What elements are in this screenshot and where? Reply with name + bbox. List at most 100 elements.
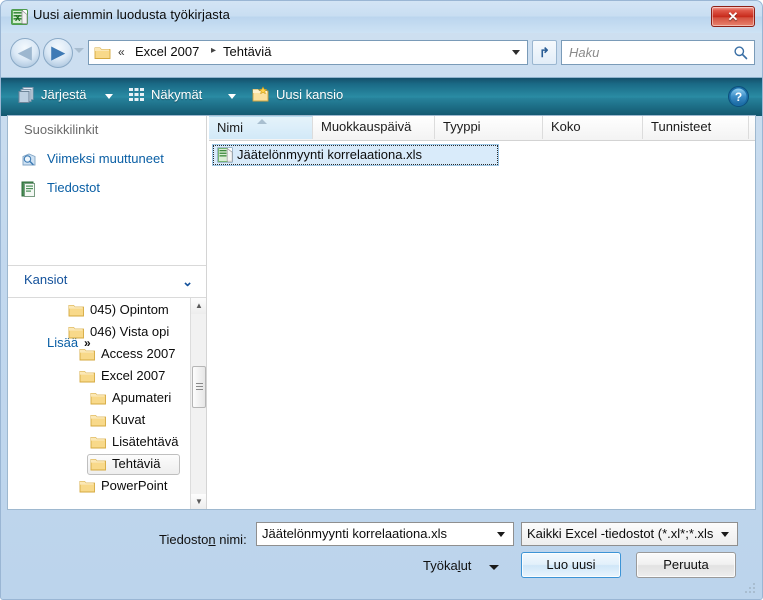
window-title: Uusi aiemmin luodusta työkirjasta	[33, 7, 230, 22]
column-header-tyyppi[interactable]: Tyyppi	[435, 116, 543, 139]
tools-caret-icon[interactable]	[489, 565, 499, 570]
file-dialog-window: X Uusi aiemmin luodusta työkirjasta ✕ ◀ …	[0, 0, 763, 600]
column-header-tunnisteet[interactable]: Tunnisteet	[643, 116, 749, 139]
sidebar-item-label: Viimeksi muuttuneet	[47, 151, 164, 166]
recent-search-icon	[20, 151, 38, 169]
folder-icon	[68, 325, 85, 340]
command-toolbar: Järjestä Näkymät Uusi kansio ?	[0, 77, 763, 116]
file-name-label: Jäätelönmyynti korrelaationa.xls	[237, 147, 422, 162]
folders-heading: Kansiot	[24, 272, 68, 287]
sidebar-item-label: Tiedostot	[47, 180, 100, 195]
organize-button[interactable]: Järjestä	[41, 87, 87, 102]
column-header-label: Muokkauspäivä	[321, 119, 412, 134]
views-grid-icon	[128, 86, 146, 104]
tree-item-label: PowerPoint	[101, 478, 168, 493]
search-input[interactable]: Haku	[561, 40, 755, 65]
folder-icon	[90, 413, 107, 428]
new-folder-icon	[252, 86, 270, 104]
folders-section-header[interactable]: Kansiot ⌄	[8, 266, 206, 296]
close-button[interactable]: ✕	[711, 6, 755, 27]
filename-label: Tiedoston nimi:	[159, 532, 247, 547]
column-header-nimi[interactable]: Nimi	[209, 116, 313, 139]
favorites-heading: Suosikkilinkit	[24, 122, 99, 137]
chevron-down-icon: ⌄	[182, 274, 193, 289]
filename-label-text-post: nimi:	[215, 532, 247, 547]
documents-icon	[20, 180, 38, 198]
views-caret-icon[interactable]	[228, 94, 236, 99]
views-button[interactable]: Näkymät	[151, 87, 202, 102]
folder-tree-scrollbar[interactable]: ▲ ▼	[190, 298, 206, 509]
breadcrumb-item-tehtavia[interactable]: Tehtäviä	[223, 44, 271, 59]
svg-text:?: ?	[735, 90, 742, 104]
tree-item-label: 046) Vista opi	[90, 324, 170, 339]
create-new-button[interactable]: Luo uusi	[521, 552, 621, 578]
organize-icon	[18, 86, 36, 104]
tree-item-label: Tehtäviä	[112, 456, 161, 471]
scroll-up-icon[interactable]: ▲	[191, 298, 206, 314]
breadcrumb-separator-icon: ▸	[211, 45, 217, 56]
tree-item-label: Excel 2007	[101, 368, 166, 383]
cancel-button[interactable]: Peruuta	[636, 552, 736, 578]
scrollbar-thumb[interactable]	[192, 366, 206, 408]
tree-item-selected[interactable]: Tehtäviä	[87, 454, 180, 476]
organize-caret-icon[interactable]	[105, 94, 113, 99]
file-type-filter-value: Kaikki Excel -tiedostot (*.xl*;*.xls	[527, 526, 714, 541]
breadcrumb-overflow-icon[interactable]: «	[118, 45, 125, 59]
chevron-down-icon[interactable]	[497, 532, 505, 537]
column-header-row: Nimi Muokkauspäivä Tyyppi Koko Tunnistee…	[209, 116, 755, 141]
tree-item-label: Lisätehtävä	[112, 434, 179, 449]
navigation-sidebar: Suosikkilinkit Viimeksi muuttuneet Tiedo…	[8, 116, 206, 509]
scrollbar-grip-icon	[196, 383, 203, 390]
column-header-muokkauspaiva[interactable]: Muokkauspäivä	[313, 116, 435, 139]
file-list-pane: Nimi Muokkauspäivä Tyyppi Koko Tunnistee…	[209, 116, 755, 509]
folder-icon	[79, 479, 96, 494]
breadcrumb-item-excel-2007[interactable]: Excel 2007	[135, 44, 199, 59]
close-icon: ✕	[727, 9, 739, 24]
folder-icon	[94, 45, 111, 60]
tree-item-label: Access 2007	[101, 346, 176, 361]
excel-file-icon	[217, 147, 233, 163]
address-bar-row: ◀ ▶ « Excel 2007 ▸ Tehtäviä ↱ Haku	[0, 33, 763, 75]
sort-ascending-icon	[257, 119, 267, 124]
forward-arrow-icon: ▶	[51, 43, 65, 62]
column-header-label: Tyyppi	[443, 119, 481, 134]
new-folder-button[interactable]: Uusi kansio	[276, 87, 343, 102]
chevron-down-icon[interactable]	[512, 50, 520, 55]
recent-pages-dropdown-icon[interactable]	[74, 48, 84, 53]
title-bar: X Uusi aiemmin luodusta työkirjasta ✕	[0, 0, 763, 33]
scroll-down-icon[interactable]: ▼	[191, 494, 206, 509]
svg-text:X: X	[15, 14, 21, 23]
column-header-koko[interactable]: Koko	[543, 116, 643, 139]
column-header-label: Koko	[551, 119, 581, 134]
main-content-area: Suosikkilinkit Viimeksi muuttuneet Tiedo…	[7, 115, 756, 510]
tools-button[interactable]: Työkalut	[423, 558, 471, 573]
forward-button[interactable]: ▶	[43, 38, 73, 68]
tools-label-text-post: ut	[460, 558, 472, 573]
help-button[interactable]: ?	[728, 86, 749, 107]
excel-icon: X	[11, 9, 28, 25]
folder-icon	[79, 347, 96, 362]
tree-item-label: Kuvat	[112, 412, 146, 427]
back-button[interactable]: ◀	[10, 38, 40, 68]
chevron-down-icon[interactable]	[721, 532, 729, 537]
filename-input[interactable]: Jäätelönmyynti korrelaationa.xls	[256, 522, 514, 546]
filename-label-accel: n	[208, 532, 216, 547]
resize-grip[interactable]	[745, 583, 758, 596]
tools-label-text: Työka	[423, 558, 458, 573]
filename-value: Jäätelönmyynti korrelaationa.xls	[262, 526, 447, 541]
back-arrow-icon: ◀	[18, 43, 32, 62]
folder-icon	[90, 435, 107, 450]
folder-icon	[90, 457, 107, 472]
column-header-label: Nimi	[217, 120, 243, 135]
address-bar[interactable]: « Excel 2007 ▸ Tehtäviä	[88, 40, 528, 65]
folder-tree: 045) Opintom 046) Vista opi Access 2007	[8, 297, 206, 509]
file-list-item[interactable]: Jäätelönmyynti korrelaationa.xls	[212, 144, 499, 166]
filename-label-text: Tiedosto	[159, 532, 209, 547]
tree-item-label: Apumateri	[112, 390, 172, 405]
folder-icon	[68, 303, 85, 318]
column-header-label: Tunnisteet	[651, 119, 712, 134]
folder-icon	[90, 391, 107, 406]
tree-item-label: 045) Opintom	[90, 302, 169, 317]
refresh-button[interactable]: ↱	[532, 40, 557, 65]
file-type-filter-dropdown[interactable]: Kaikki Excel -tiedostot (*.xl*;*.xls	[521, 522, 738, 546]
